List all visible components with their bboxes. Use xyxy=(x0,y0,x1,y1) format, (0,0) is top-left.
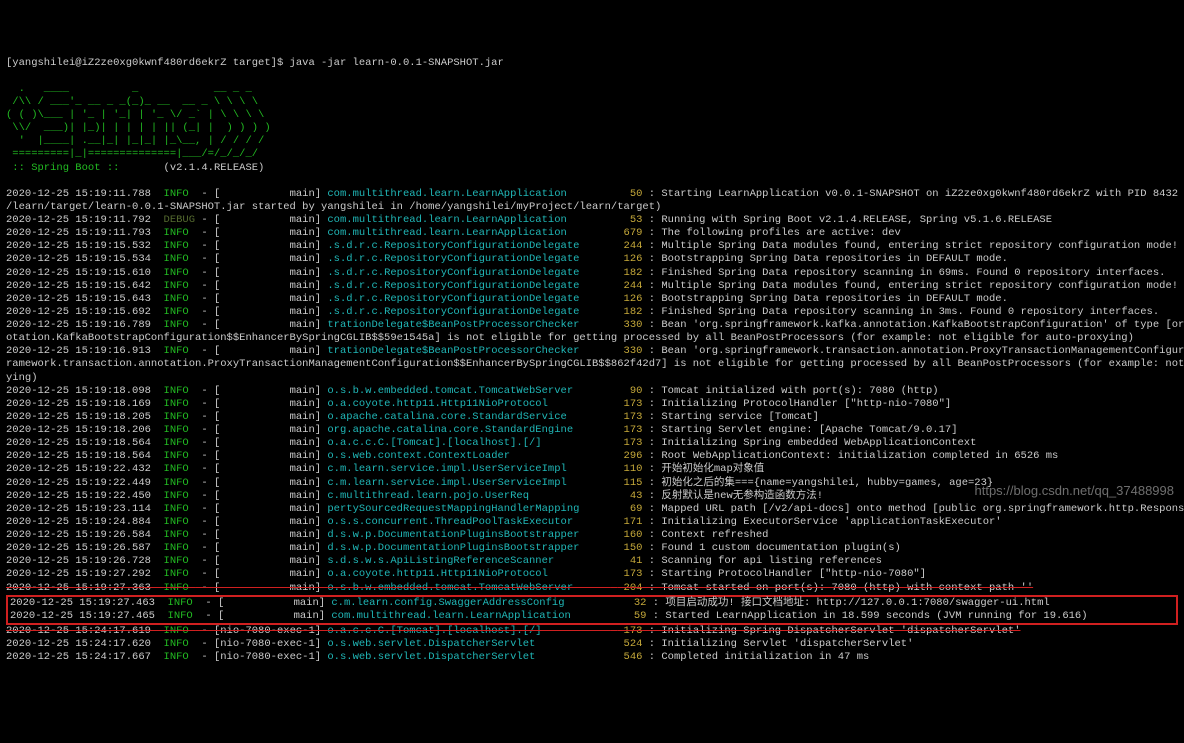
log-line: 2020-12-25 15:19:16.913 INFO - [ main] t… xyxy=(6,345,1178,358)
log-line: 2020-12-25 15:24:17.667 INFO - [nio-7080… xyxy=(6,651,1178,664)
log-line: 2020-12-25 15:19:11.793 INFO - [ main] c… xyxy=(6,227,1178,240)
log-continuation: ramework.transaction.annotation.ProxyTra… xyxy=(6,358,1184,370)
watermark-text: https://blog.csdn.net/qq_37488998 xyxy=(975,483,1175,499)
log-line: 2020-12-25 15:19:11.788 INFO - [ main] c… xyxy=(6,188,1178,201)
log-line: 2020-12-25 15:19:27.463 INFO - [ main] c… xyxy=(10,597,1174,610)
log-continuation: /learn/target/learn-0.0.1-SNAPSHOT.jar s… xyxy=(6,201,661,213)
log-line: 2020-12-25 15:19:22.432 INFO - [ main] c… xyxy=(6,463,1178,476)
log-line: 2020-12-25 15:19:23.114 INFO - [ main] p… xyxy=(6,503,1178,665)
spring-boot-label: :: Spring Boot :: xyxy=(6,162,164,174)
log-line: 2020-12-25 15:19:18.206 INFO - [ main] o… xyxy=(6,424,1178,437)
log-continuation: ying) xyxy=(6,372,38,384)
log-line: 2020-12-25 15:19:16.789 INFO - [ main] t… xyxy=(6,319,1178,332)
log-line: 2020-12-25 15:19:27.292 INFO - [ main] o… xyxy=(6,568,1178,581)
spring-logo-line: \\/ ___)| |_)| | | | | || (_| | ) ) ) ) xyxy=(6,122,271,134)
log-line: 2020-12-25 15:19:15.643 INFO - [ main] .… xyxy=(6,293,1178,306)
log-line: 2020-12-25 15:19:18.098 INFO - [ main] o… xyxy=(6,385,1178,398)
log-line: 2020-12-25 15:19:11.792 DEBUG - [ main] … xyxy=(6,214,1178,227)
log-line: 2020-12-25 15:19:18.564 INFO - [ main] o… xyxy=(6,450,1178,463)
log-line: 2020-12-25 15:19:18.205 INFO - [ main] o… xyxy=(6,411,1178,424)
shell-prompt: [yangshilei@iZ2ze0xg0kwnf480rd6ekrZ targ… xyxy=(6,57,504,69)
log-line: 2020-12-25 15:19:18.169 INFO - [ main] o… xyxy=(6,398,1178,411)
log-line: 2020-12-25 15:19:15.642 INFO - [ main] .… xyxy=(6,280,1178,293)
log-line: 2020-12-25 15:19:27.363 INFO - [ main] o… xyxy=(6,582,1178,595)
log-line: 2020-12-25 15:24:17.619 INFO - [nio-7080… xyxy=(6,625,1178,638)
spring-logo-line: =========|_|==============|___/=/_/_/_/ xyxy=(6,148,258,160)
log-line: 2020-12-25 15:19:15.534 INFO - [ main] .… xyxy=(6,253,1178,266)
spring-logo-line: . ____ _ __ _ _ xyxy=(6,83,252,95)
log-continuation: otation.KafkaBootstrapConfiguration$$Enh… xyxy=(6,332,1134,344)
log-line: 2020-12-25 15:19:15.692 INFO - [ main] .… xyxy=(6,306,1178,319)
log-line: 2020-12-25 15:24:17.620 INFO - [nio-7080… xyxy=(6,638,1178,651)
log-line: 2020-12-25 15:19:18.564 INFO - [ main] o… xyxy=(6,437,1178,450)
log-line: 2020-12-25 15:19:26.587 INFO - [ main] d… xyxy=(6,542,1178,555)
log-line: 2020-12-25 15:19:24.884 INFO - [ main] o… xyxy=(6,516,1178,529)
log-line: 2020-12-25 15:19:27.465 INFO - [ main] c… xyxy=(10,610,1174,623)
log-line: 2020-12-25 15:19:26.728 INFO - [ main] s… xyxy=(6,555,1178,568)
spring-logo-line: ' |____| .__|_| |_|_| |_\__, | / / / / xyxy=(6,135,264,147)
spring-logo-line: ( ( )\___ | '_ | '_| | '_ \/ _` | \ \ \ … xyxy=(6,109,264,121)
log-line: 2020-12-25 15:19:15.610 INFO - [ main] .… xyxy=(6,267,1178,280)
spring-logo-line: /\\ / ___'_ __ _ _(_)_ __ __ _ \ \ \ \ xyxy=(6,96,258,108)
log-line: 2020-12-25 15:19:15.532 INFO - [ main] .… xyxy=(6,240,1178,253)
terminal-output: [yangshilei@iZ2ze0xg0kwnf480rd6ekrZ targ… xyxy=(6,57,1178,665)
log-line: 2020-12-25 15:19:26.584 INFO - [ main] d… xyxy=(6,529,1178,542)
highlight-box: 2020-12-25 15:19:27.463 INFO - [ main] c… xyxy=(6,595,1178,625)
